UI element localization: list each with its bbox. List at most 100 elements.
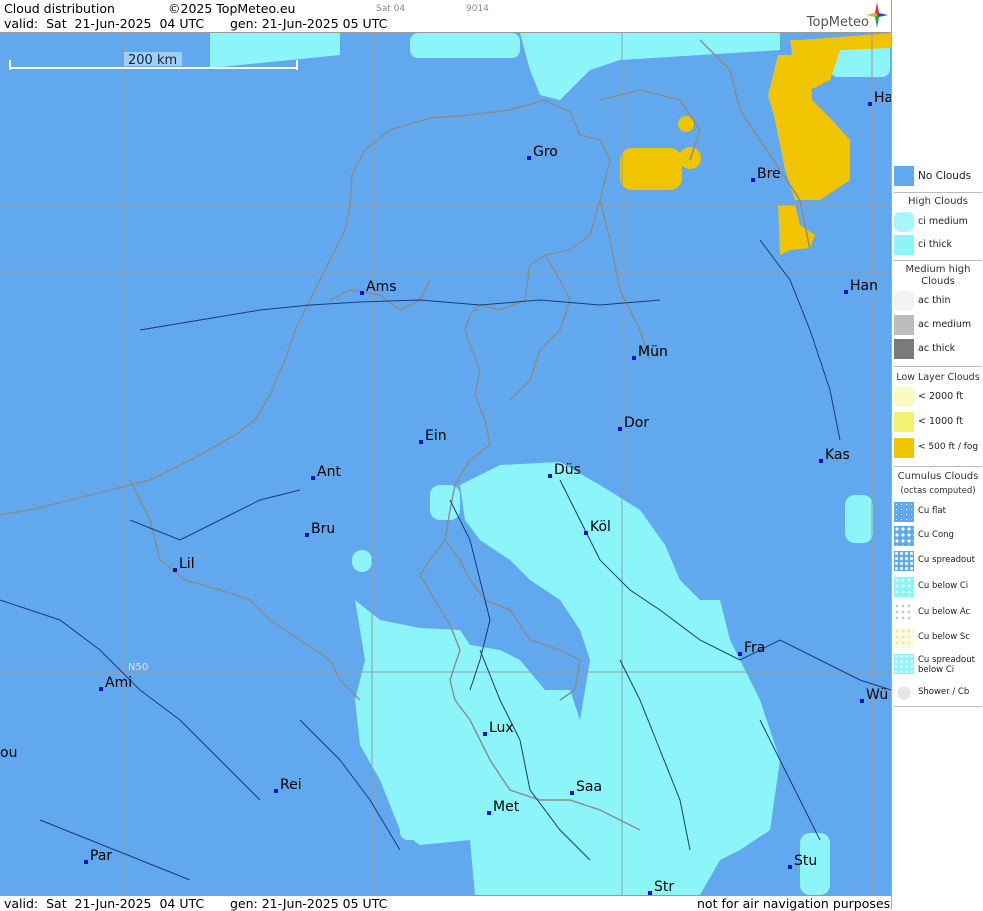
product-id: 9014 — [466, 4, 489, 14]
legend-cu-below-ac: Cu below Ac — [892, 603, 983, 625]
city-dot-Fra — [738, 652, 742, 656]
city-label-Str: Str — [654, 879, 674, 895]
city-label-Met: Met — [493, 799, 520, 815]
city-dot-Stu — [788, 865, 792, 869]
city-label-Kas: Kas — [825, 447, 850, 463]
city-dot-Lil — [173, 568, 177, 572]
city-dot-Ami — [99, 687, 103, 691]
legend-cu-below-sc: Cu below Sc — [892, 628, 983, 650]
legend-ci-thick: ci thick — [892, 235, 983, 257]
legend-high-title: High Clouds — [908, 196, 968, 207]
city-dot-Han — [844, 290, 848, 294]
legend-label: ac thick — [918, 343, 956, 354]
legend-ac-thick: ac thick — [892, 339, 983, 361]
latitude-label: N50 — [128, 662, 148, 673]
legend-cu-spreadout: Cu spreadout — [892, 551, 983, 573]
city-label-Ant: Ant — [317, 464, 341, 480]
city-label-Wü: Wü — [866, 687, 888, 703]
gen-time: gen: 21-Jun-2025 05 UTC — [230, 16, 388, 31]
city-label-Ha: Ha — [874, 90, 891, 106]
map-title: Cloud distribution — [4, 1, 115, 16]
city-dot-Köl — [584, 531, 588, 535]
city-label-Han: Han — [850, 278, 878, 294]
legend-label: Shower / Cb — [918, 687, 970, 697]
city-dot-Rei — [274, 789, 278, 793]
legend-label: ci thick — [918, 239, 952, 250]
legend-shower-cb: Shower / Cb — [892, 683, 983, 705]
city-dot-Met — [487, 811, 491, 815]
city-dot-Düs — [548, 474, 552, 478]
legend-low-2000: < 2000 ft — [892, 387, 983, 409]
copyright: ©2025 TopMeteo.eu — [168, 1, 296, 16]
logo-text: TopMeteo — [806, 15, 869, 30]
city-dot-Gro — [527, 156, 531, 160]
city-label-Dor: Dor — [624, 415, 649, 431]
legend-label: Cu Cong — [918, 530, 954, 540]
city-label-Bru: Bru — [311, 521, 335, 537]
city-label-Rei: Rei — [280, 777, 302, 793]
city-dot-Kas — [819, 459, 823, 463]
city-label-Ams: Ams — [366, 279, 397, 295]
city-dot-Par — [84, 860, 88, 864]
legend-low-title: Low Layer Clouds — [896, 372, 980, 383]
legend-label: Cu spreadout — [918, 555, 975, 565]
city-dot-Wü — [860, 699, 864, 703]
city-label-Lux: Lux — [489, 720, 514, 736]
map-header: Cloud distribution ©2025 TopMeteo.eu Sat… — [0, 0, 891, 33]
city-label-Düs: Düs — [554, 462, 581, 478]
legend-label: No Clouds — [918, 170, 972, 182]
city-dot-Lux — [483, 732, 487, 736]
city-dot-Ha — [868, 102, 872, 106]
city-dot-Dor — [618, 427, 622, 431]
legend-label: < 500 ft / fog — [918, 442, 979, 452]
legend-label: Cu below Ac — [918, 607, 971, 617]
legend-cumulus-subtitle: (octas computed) — [900, 486, 976, 496]
legend-ac-medium: ac medium — [892, 315, 983, 337]
legend-medium-title: Medium high Clouds — [905, 264, 971, 287]
city-label-Fra: Fra — [744, 640, 765, 656]
legend-label: ci medium — [918, 216, 968, 227]
legend-label: < 1000 ft — [918, 416, 964, 427]
legend-label: < 2000 ft — [918, 391, 964, 402]
city-dot-Mün — [632, 356, 636, 360]
legend-cumulus-title: Cumulus Clouds — [897, 471, 979, 482]
swatch-no-clouds — [894, 166, 914, 186]
city-label-Ami: Ami — [105, 675, 132, 691]
legend-label: ac thin — [918, 295, 951, 306]
city-dot-Bre — [751, 178, 755, 182]
legend-cu-cong: Cu Cong — [892, 526, 983, 548]
legend-label: Cu spreadout below Ci — [918, 655, 975, 675]
legend-label: Cu below Sc — [918, 632, 970, 642]
city-label-ou: ou — [0, 745, 17, 761]
legend-panel: No Clouds High Clouds ci medium ci thick… — [891, 0, 983, 909]
legend-ac-thin: ac thin — [892, 291, 983, 313]
city-dot-Ein — [419, 440, 423, 444]
legend-low-500-fog: < 500 ft / fog — [892, 438, 983, 460]
city-dot-Saa — [570, 791, 574, 795]
legend-label: Cu flat — [918, 506, 946, 516]
scale-label: 200 km — [128, 53, 177, 68]
city-label-Gro: Gro — [533, 144, 558, 160]
product-code: Sat 04 — [376, 4, 406, 14]
city-label-Lil: Lil — [179, 556, 195, 572]
city-label-Mün: Mün — [638, 344, 668, 360]
map-footer: valid: Sat 21-Jun-2025 04 UTC gen: 21-Ju… — [0, 895, 891, 911]
legend-label: ac medium — [918, 319, 972, 330]
city-label-Stu: Stu — [794, 853, 817, 869]
compass-logo-icon — [866, 2, 888, 28]
city-label-Bre: Bre — [757, 166, 781, 182]
legend-low-1000: < 1000 ft — [892, 412, 983, 434]
city-label-Par: Par — [90, 848, 112, 864]
city-dot-Bru — [305, 533, 309, 537]
legend-no-clouds: No Clouds — [892, 166, 983, 188]
city-label-Ein: Ein — [425, 428, 447, 444]
city-label-Köl: Köl — [590, 519, 611, 535]
valid-time: valid: Sat 21-Jun-2025 04 UTC — [4, 16, 205, 31]
city-dot-Ams — [360, 291, 364, 295]
city-dot-Ant — [311, 476, 315, 480]
city-label-Saa: Saa — [576, 779, 602, 795]
legend-ci-medium: ci medium — [892, 212, 983, 234]
cloud-map[interactable]: 200 km N50 Gro Bre Ha Ams Han Mün Ein Dor Ant Düs… — [0, 33, 891, 895]
legend-cu-below-ci: Cu below Ci — [892, 577, 983, 599]
legend-cu-flat: Cu flat — [892, 502, 983, 524]
